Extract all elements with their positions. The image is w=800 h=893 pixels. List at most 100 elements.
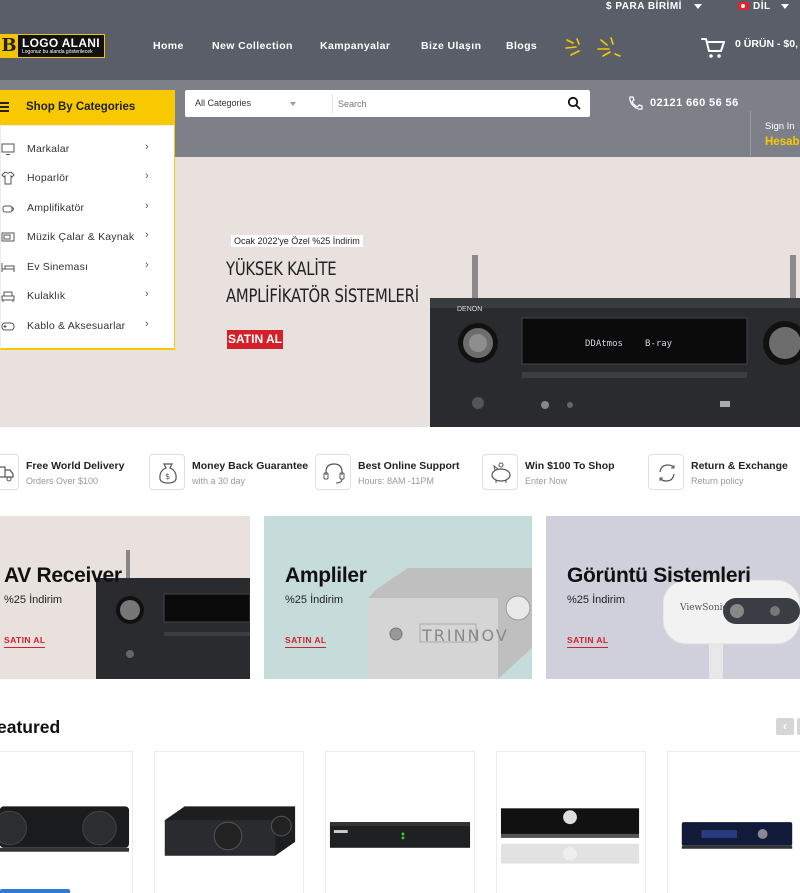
feature-title: Return & Exchange bbox=[691, 460, 788, 472]
category-item-kablo[interactable]: Kablo & Aksesuarlar › bbox=[1, 316, 175, 336]
nav-blogs[interactable]: Blogs bbox=[506, 40, 537, 54]
category-item-hoparlor[interactable]: Hoparlör › bbox=[1, 168, 175, 188]
svg-text:$: $ bbox=[165, 472, 170, 481]
cart-summary[interactable]: 0 ÜRÜN - $0, bbox=[735, 38, 798, 50]
promo-buy-link[interactable]: SATIN AL bbox=[285, 635, 327, 648]
cart-icon[interactable] bbox=[701, 37, 725, 59]
search-divider bbox=[332, 94, 333, 113]
account-link[interactable]: Hesab bbox=[765, 136, 800, 148]
sparkle-icon bbox=[565, 37, 621, 57]
turkey-flag-icon bbox=[738, 2, 749, 10]
category-item-muzik-calar[interactable]: Müzik Çalar & Kaynak › bbox=[1, 227, 175, 247]
chevron-down-icon bbox=[693, 3, 702, 9]
nav-kampanyalar[interactable]: Kampanyalar bbox=[320, 40, 390, 54]
category-label: Hoparlör bbox=[27, 172, 69, 184]
category-item-ev-sinemasi[interactable]: Ev Sineması › bbox=[1, 257, 175, 277]
featured-title: eatured bbox=[0, 717, 61, 737]
feature-return: Return & Exchange Return policy bbox=[648, 454, 800, 492]
category-item-markalar[interactable]: Markalar › bbox=[1, 139, 175, 159]
feature-subtitle: Return policy bbox=[691, 476, 744, 486]
promo-ampliler[interactable]: Ampliler %25 İndirim SATIN AL TRINNOV bbox=[264, 516, 532, 679]
header: $ PARA BİRİMİ DİL B LOGO ALANI Logonuz b… bbox=[0, 0, 800, 80]
nav-home[interactable]: Home bbox=[153, 40, 184, 54]
product-card[interactable] bbox=[667, 751, 800, 893]
account-divider bbox=[750, 111, 751, 156]
language-label: DİL bbox=[753, 0, 771, 12]
category-label: Amplifikatör bbox=[27, 202, 85, 214]
headset-icon bbox=[323, 463, 345, 484]
piggy-bank-icon bbox=[491, 462, 511, 483]
categories-heading: Shop By Categories bbox=[26, 101, 136, 113]
product-image bbox=[0, 806, 130, 852]
product-image bbox=[329, 822, 471, 848]
currency-selector[interactable]: $ PARA BİRİMİ bbox=[606, 0, 702, 12]
logo-title: LOGO ALANI bbox=[22, 36, 100, 50]
feature-icon-box bbox=[482, 454, 518, 490]
projector-image bbox=[663, 579, 800, 679]
promo-buy-link[interactable]: SATIN AL bbox=[4, 635, 46, 648]
nav-new-collection[interactable]: New Collection bbox=[212, 40, 293, 54]
page: $ PARA BİRİMİ DİL B LOGO ALANI Logonuz b… bbox=[0, 0, 800, 893]
promo-subtitle: %25 İndirim bbox=[4, 594, 63, 606]
scroll-top-button[interactable] bbox=[0, 889, 70, 893]
product-image bbox=[681, 822, 793, 849]
promo-title: Ampliler bbox=[285, 564, 367, 587]
feature-win: Win $100 To Shop Enter Now bbox=[482, 454, 642, 492]
language-selector[interactable]: DİL bbox=[738, 0, 789, 12]
feature-icon-box bbox=[315, 454, 351, 490]
promo-subtitle: %25 İndirim bbox=[285, 594, 344, 606]
chevron-down-icon bbox=[780, 3, 789, 9]
receiver-display-right: B-ray bbox=[645, 339, 673, 349]
feature-subtitle: Enter Now bbox=[525, 476, 568, 486]
amplifier-image bbox=[368, 568, 532, 679]
feature-support: Best Online Support Hours: 8AM -11PM bbox=[315, 454, 475, 492]
hero-tag: Ocak 2022'ye Özel %25 İndirim bbox=[231, 235, 363, 247]
search-input[interactable] bbox=[338, 94, 558, 113]
search-icon[interactable] bbox=[567, 96, 581, 110]
product-image bbox=[164, 806, 296, 856]
logo-subtitle: Logonuz bu alanda gösterilecek bbox=[22, 49, 93, 55]
promo-av-receiver[interactable]: AV Receiver %25 İndirim SATIN AL bbox=[0, 516, 250, 679]
feature-subtitle: with a 30 day bbox=[192, 476, 246, 486]
carousel-prev-button[interactable]: ‹ bbox=[776, 718, 794, 735]
product-card[interactable] bbox=[0, 751, 133, 893]
logo[interactable]: B LOGO ALANI Logonuz bu alanda gösterile… bbox=[0, 34, 105, 58]
promo-subtitle: %25 İndirim bbox=[567, 594, 626, 606]
chevron-right-icon: › bbox=[145, 170, 149, 182]
categories-toggle[interactable]: Shop By Categories bbox=[0, 90, 175, 125]
feature-title: Win $100 To Shop bbox=[525, 460, 615, 472]
armchair-icon bbox=[1, 291, 15, 302]
bed-icon bbox=[1, 263, 15, 272]
phone-icon bbox=[629, 96, 643, 110]
category-label: Müzik Çalar & Kaynak bbox=[27, 231, 135, 243]
feature-subtitle: Orders Over $100 bbox=[26, 476, 99, 486]
logo-box: LOGO ALANI Logonuz bu alanda gösterilece… bbox=[18, 34, 105, 58]
product-card[interactable] bbox=[325, 751, 475, 893]
category-label: Markalar bbox=[27, 143, 70, 155]
product-card[interactable] bbox=[154, 751, 304, 893]
promo-brand: TRINNOV bbox=[422, 626, 509, 645]
signin-link[interactable]: Sign In bbox=[765, 121, 795, 132]
hero-buy-button[interactable]: SATIN AL bbox=[227, 330, 283, 349]
chevron-down-icon bbox=[290, 102, 296, 106]
receiver-display-left: DDAtmos bbox=[585, 339, 623, 349]
receiver-brand: DENON bbox=[457, 306, 482, 313]
chevron-right-icon: › bbox=[145, 318, 149, 330]
chevron-right-icon: › bbox=[145, 141, 149, 153]
category-label: Kulaklık bbox=[27, 290, 66, 302]
hero-title-line2: AMPLİFİKATÖR SİSTEMLERİ bbox=[226, 285, 419, 307]
product-card[interactable] bbox=[496, 751, 646, 893]
category-label: Ev Sineması bbox=[27, 261, 89, 273]
currency-label: $ PARA BİRİMİ bbox=[606, 0, 682, 12]
promo-goruntu[interactable]: Görüntü Sistemleri %25 İndirim SATIN AL … bbox=[546, 516, 800, 679]
nav-bize-ulasin[interactable]: Bize Ulaşın bbox=[421, 40, 481, 54]
feature-icon-box bbox=[0, 454, 19, 490]
search-category-select[interactable]: All Categories bbox=[195, 98, 251, 108]
category-item-amplifikator[interactable]: Amplifikatör › bbox=[1, 198, 175, 218]
feature-icon-box bbox=[648, 454, 684, 490]
category-item-kulaklik[interactable]: Kulaklık › bbox=[1, 286, 175, 306]
shirt-icon bbox=[1, 171, 15, 185]
product-image bbox=[500, 808, 640, 864]
promo-buy-link[interactable]: SATIN AL bbox=[567, 635, 609, 648]
phone-number[interactable]: 02121 660 56 56 bbox=[650, 97, 739, 109]
